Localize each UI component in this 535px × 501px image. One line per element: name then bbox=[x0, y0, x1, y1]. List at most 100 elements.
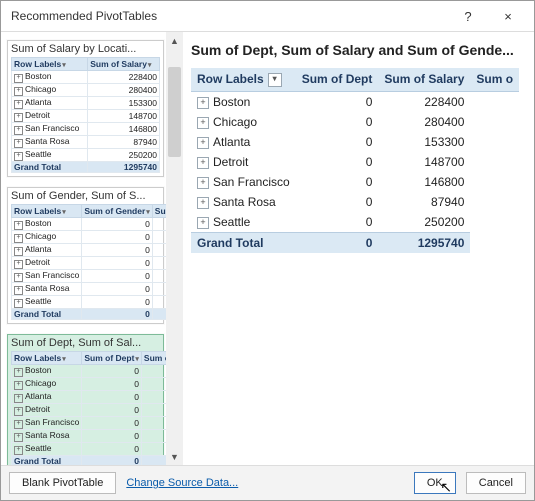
cell-value: 280400 bbox=[88, 84, 160, 97]
cell-value: 146800 bbox=[88, 123, 160, 136]
cancel-button[interactable]: Cancel bbox=[466, 472, 526, 494]
preview-pane: Sum of Dept, Sum of Salary and Sum of Ge… bbox=[183, 32, 534, 465]
cell-value: 0 bbox=[82, 404, 142, 417]
expand-icon[interactable]: + bbox=[197, 117, 209, 129]
row-label: +Santa Rosa bbox=[12, 283, 82, 296]
cell-value: 153300 bbox=[88, 97, 160, 110]
thumbnails-list: Sum of Salary by Locati...Row Labels▾Sum… bbox=[1, 32, 166, 465]
pivottable-thumbnail[interactable]: Sum of Dept, Sum of Sal...Row Labels▾Sum… bbox=[7, 334, 164, 465]
thumbnail-title: Sum of Gender, Sum of S... bbox=[11, 190, 160, 202]
cell-value: 0 bbox=[82, 257, 152, 270]
pivottable-thumbnail[interactable]: Sum of Gender, Sum of S...Row Labels▾Sum… bbox=[7, 187, 164, 324]
cell-value: 250200 bbox=[88, 149, 160, 162]
scroll-down-button[interactable]: ▼ bbox=[166, 448, 183, 465]
cell-value: 146800 bbox=[141, 417, 166, 430]
cell-value: 0 bbox=[82, 378, 142, 391]
table-row: +Atlanta0153300 bbox=[191, 132, 519, 152]
column-header: Sum of Salary bbox=[141, 352, 166, 365]
grand-total-cell: Grand Total bbox=[12, 162, 88, 173]
row-label: +Boston bbox=[191, 91, 296, 112]
row-label: +Boston bbox=[12, 218, 82, 231]
change-source-data-link[interactable]: Change Source Data... bbox=[126, 477, 238, 489]
ok-button[interactable]: OK bbox=[414, 472, 456, 494]
cell-value: 0 bbox=[296, 212, 379, 233]
cell-value: 0 bbox=[82, 417, 142, 430]
cell-value: 228400 bbox=[152, 218, 166, 231]
cell-value: 0 bbox=[82, 365, 142, 378]
cell-value: 250200 bbox=[141, 443, 166, 456]
table-row: +Boston0228400 bbox=[191, 91, 519, 112]
close-button[interactable]: × bbox=[488, 2, 528, 30]
dialog-body: Sum of Salary by Locati...Row Labels▾Sum… bbox=[1, 32, 534, 465]
cell-value: 0 bbox=[82, 218, 152, 231]
cell-value: 148700 bbox=[88, 110, 160, 123]
thumbnails-scrollbar[interactable]: ▲ ▼ bbox=[166, 32, 183, 465]
cell-value: 87940 bbox=[141, 430, 166, 443]
thumbnails-column: Sum of Salary by Locati...Row Labels▾Sum… bbox=[1, 32, 183, 465]
cell-value: 0 bbox=[82, 270, 152, 283]
row-label: +Santa Rosa bbox=[12, 136, 88, 149]
help-button[interactable]: ? bbox=[448, 2, 488, 30]
cell-value: 148700 bbox=[152, 257, 166, 270]
row-label: +Chicago bbox=[12, 231, 82, 244]
grand-total-cell: 1295740 bbox=[378, 232, 470, 253]
cell-value: 146800 bbox=[152, 270, 166, 283]
expand-icon[interactable]: + bbox=[197, 157, 209, 169]
table-row: +Santa Rosa087940 bbox=[191, 192, 519, 212]
row-label: +Chicago bbox=[12, 84, 88, 97]
cell-value: 250200 bbox=[152, 296, 166, 309]
cell-value: 0 bbox=[82, 443, 142, 456]
cell-value: 0 bbox=[296, 112, 379, 132]
cell-value: 148700 bbox=[378, 152, 470, 172]
cell-value: 0 bbox=[82, 430, 142, 443]
row-label: +Atlanta bbox=[12, 391, 82, 404]
cell-value: 148700 bbox=[141, 404, 166, 417]
thumbnail-title: Sum of Dept, Sum of Sal... bbox=[11, 337, 160, 349]
grand-total-cell: 1295740 bbox=[152, 309, 166, 320]
row-labels-dropdown[interactable]: ▾ bbox=[268, 73, 282, 87]
cell-value: 0 bbox=[296, 91, 379, 112]
expand-icon[interactable]: + bbox=[197, 197, 209, 209]
expand-icon[interactable]: + bbox=[197, 137, 209, 149]
expand-icon[interactable]: + bbox=[197, 177, 209, 189]
column-header: Row Labels▾ bbox=[12, 352, 82, 365]
grand-total-cell: 0 bbox=[82, 456, 142, 466]
scroll-thumb[interactable] bbox=[168, 67, 181, 157]
cell-value: 153300 bbox=[378, 132, 470, 152]
scroll-up-button[interactable]: ▲ bbox=[166, 32, 183, 49]
cell-value: 228400 bbox=[88, 71, 160, 84]
cell-value: 153300 bbox=[152, 244, 166, 257]
row-label: +Chicago bbox=[191, 112, 296, 132]
recommended-pivottables-dialog: Recommended PivotTables ? × Sum of Salar… bbox=[0, 0, 535, 501]
grand-total-cell: Grand Total bbox=[12, 456, 82, 466]
cell-value: 228400 bbox=[141, 365, 166, 378]
blank-pivottable-button[interactable]: Blank PivotTable bbox=[9, 472, 116, 494]
row-label: +Santa Rosa bbox=[191, 192, 296, 212]
column-header: Sum of Salary bbox=[152, 205, 166, 218]
preview-column-header: Sum o bbox=[470, 68, 519, 91]
preview-table: Row Labels▾Sum of DeptSum of SalarySum o… bbox=[191, 68, 519, 253]
cell-value: 0 bbox=[82, 231, 152, 244]
title-bar: Recommended PivotTables ? × bbox=[1, 1, 534, 32]
expand-icon[interactable]: + bbox=[197, 217, 209, 229]
expand-icon[interactable]: + bbox=[197, 97, 209, 109]
column-header: Sum of Salary▾ bbox=[88, 58, 160, 71]
scroll-track[interactable] bbox=[166, 49, 183, 448]
row-label: +Detroit bbox=[12, 404, 82, 417]
row-label: +San Francisco bbox=[12, 270, 82, 283]
grand-total-cell: Grand Total bbox=[12, 309, 82, 320]
column-header: Row Labels▾ bbox=[12, 58, 88, 71]
grand-total-row: Grand Total01295740 bbox=[191, 232, 519, 253]
window-title: Recommended PivotTables bbox=[11, 9, 448, 23]
table-row: +San Francisco0146800 bbox=[191, 172, 519, 192]
thumbnail-table: Row Labels▾Sum of Dept▾Sum of SalaryS+Bo… bbox=[11, 351, 166, 465]
cell-value: 0 bbox=[296, 172, 379, 192]
row-label: +Seattle bbox=[12, 296, 82, 309]
row-label: +Chicago bbox=[12, 378, 82, 391]
grand-total-cell: Grand Total bbox=[191, 232, 296, 253]
grand-total-cell: 0 bbox=[296, 232, 379, 253]
preview-column-header: Sum of Dept bbox=[296, 68, 379, 91]
cell-value: 0 bbox=[82, 391, 142, 404]
pivottable-thumbnail[interactable]: Sum of Salary by Locati...Row Labels▾Sum… bbox=[7, 40, 164, 177]
row-label: +Seattle bbox=[12, 149, 88, 162]
